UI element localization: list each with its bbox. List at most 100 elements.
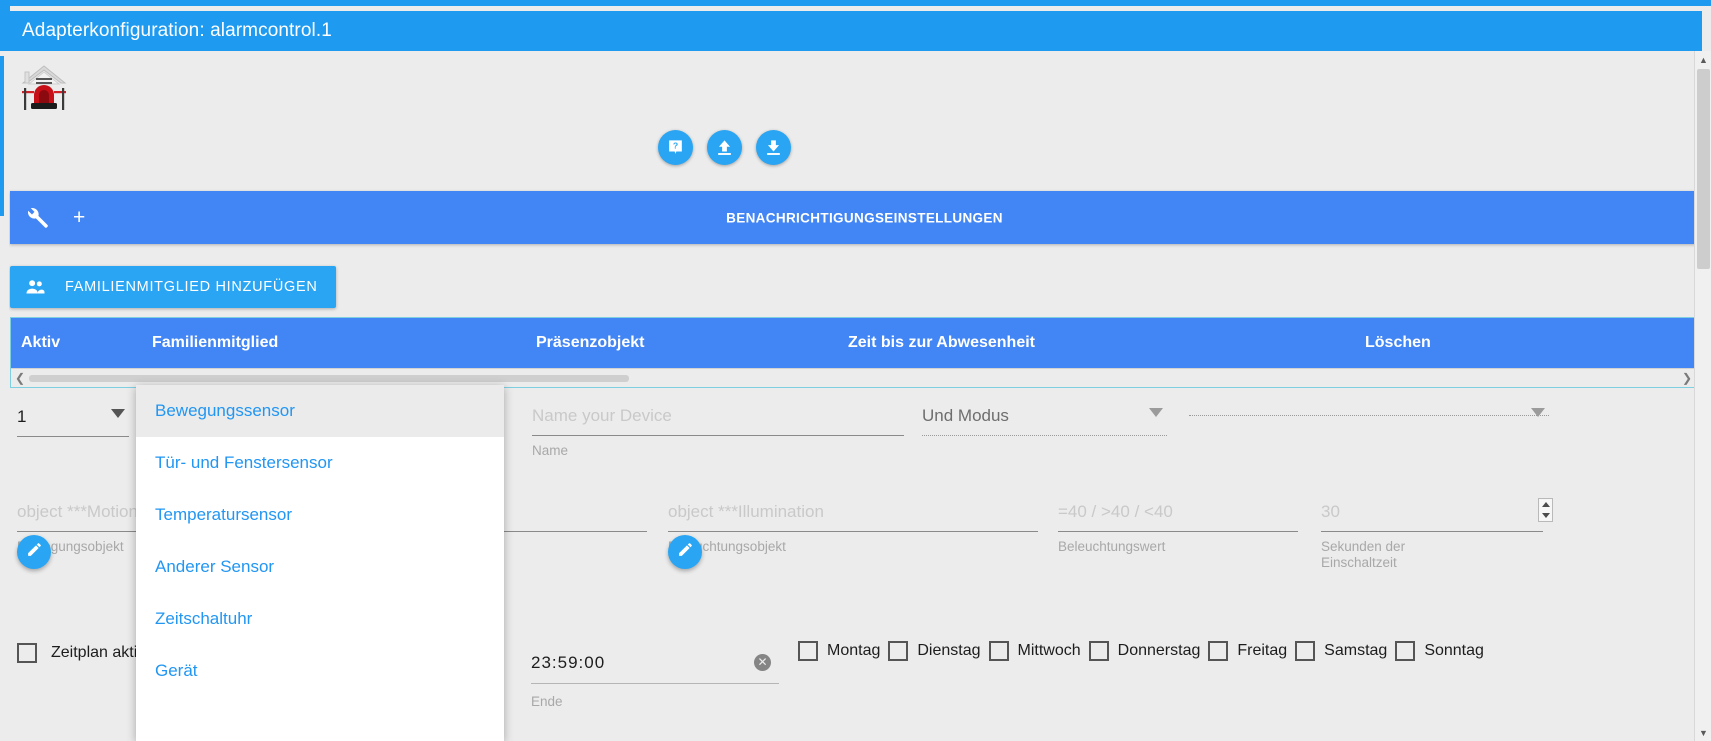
help-icon: ?: [666, 138, 685, 157]
weekday-freitag[interactable]: Freitag: [1208, 641, 1287, 661]
dropdown-item-temperatursensor[interactable]: Temperatursensor: [136, 489, 504, 541]
weekday-donnerstag[interactable]: Donnerstag: [1088, 641, 1201, 661]
weekday-mittwoch-checkbox[interactable]: [988, 641, 1009, 661]
schedule-active-label: Zeitplan aktiv: [51, 644, 146, 661]
dropdown-item-tuer-fenstersensor[interactable]: Tür- und Fenstersensor: [136, 437, 504, 489]
chevron-down-icon[interactable]: [1149, 408, 1163, 417]
illumination-value-value: =40 / >40 / <40: [1058, 502, 1173, 521]
end-time-field[interactable]: 23:59:00 ✕ Ende: [531, 653, 779, 709]
chevron-down-icon[interactable]: [111, 409, 125, 418]
pencil-icon: [677, 541, 694, 563]
end-time-value: 23:59:00: [531, 653, 606, 672]
illumination-object-edit-button[interactable]: [668, 535, 702, 569]
people-icon: [24, 276, 47, 299]
seconds-on-field[interactable]: 30 Sekunden der Einschaltzeit: [1321, 498, 1553, 571]
weekday-samstag-label: Samstag: [1324, 642, 1388, 659]
end-time-hint: Ende: [531, 694, 563, 709]
weekday-donnerstag-checkbox[interactable]: [1088, 641, 1109, 661]
illumination-value-field[interactable]: =40 / >40 / <40 Beleuchtungswert: [1058, 502, 1298, 555]
chevron-down-icon[interactable]: ▼: [1695, 724, 1711, 741]
chevron-down-icon[interactable]: [1531, 408, 1545, 417]
svg-text:?: ?: [673, 141, 678, 151]
extra-select[interactable]: [1189, 406, 1549, 417]
illumination-value-underline: [1058, 531, 1298, 532]
seconds-on-underline: [1321, 531, 1543, 532]
end-time-underline: [531, 683, 779, 684]
top-accent-strip: [0, 0, 1711, 6]
mode-select[interactable]: Und Modus: [922, 406, 1167, 436]
sensor-type-dropdown[interactable]: Bewegungssensor Tür- und Fenstersensor T…: [136, 385, 504, 741]
notification-settings-title: BENACHRICHTIGUNGSEINSTELLUNGEN: [726, 210, 1003, 225]
upload-icon: [715, 138, 734, 157]
illumination-object-hint: Beleuchtungsobjekt: [668, 539, 786, 554]
illumination-object-underline: [668, 531, 1038, 532]
vertical-scrollbar-thumb[interactable]: [1697, 69, 1710, 269]
device-name-underline: [532, 435, 904, 436]
device-name-field[interactable]: Name your Device Name: [532, 406, 904, 459]
page-vertical-scrollbar[interactable]: ▲ ▼: [1694, 51, 1711, 741]
weekday-montag-checkbox[interactable]: [798, 641, 818, 661]
weekday-freitag-label: Freitag: [1237, 642, 1288, 659]
weekday-samstag[interactable]: Samstag: [1295, 641, 1387, 661]
schedule-active-row[interactable]: Zeitplan aktiv: [17, 643, 145, 663]
weekday-checkbox-group: Montag Dienstag Mittwoch Donnerstag Frei…: [798, 641, 1484, 661]
weekday-montag[interactable]: Montag: [798, 641, 880, 661]
column-header-loeschen: Löschen: [1365, 334, 1431, 351]
mode-select-underline: [922, 435, 1167, 436]
upload-button[interactable]: [707, 130, 742, 165]
add-family-member-button[interactable]: FAMILIENMITGLIED HINZUFÜGEN: [10, 266, 336, 308]
dropdown-item-zeitschaltuhr[interactable]: Zeitschaltuhr: [136, 593, 504, 645]
motion-object-edit-button[interactable]: [17, 535, 51, 569]
pencil-icon: [26, 541, 43, 563]
weekday-freitag-checkbox[interactable]: [1208, 641, 1229, 661]
alarm-siren-logo: [17, 59, 71, 113]
clear-circle-icon[interactable]: ✕: [754, 654, 771, 671]
stepper-down-button[interactable]: [1539, 510, 1552, 521]
weekday-sonntag[interactable]: Sonntag: [1395, 641, 1484, 661]
weekday-mittwoch[interactable]: Mittwoch: [988, 641, 1081, 661]
page-title: Adapterkonfiguration: alarmcontrol.1: [22, 20, 332, 41]
illumination-object-value: object ***Illumination: [668, 502, 824, 521]
column-header-aktiv: Aktiv: [21, 334, 61, 351]
table-header-row: Aktiv Familienmitglied Präsenzobjekt Zei…: [11, 318, 1698, 368]
illumination-value-hint: Beleuchtungswert: [1058, 539, 1166, 554]
schedule-active-checkbox[interactable]: [17, 643, 37, 663]
device-name-value: Name your Device: [532, 406, 672, 425]
download-icon: [764, 138, 783, 157]
chevron-up-icon[interactable]: ▲: [1695, 51, 1711, 68]
weekday-dienstag-label: Dienstag: [917, 642, 981, 659]
weekday-montag-label: Montag: [827, 642, 881, 659]
scrollbar-track[interactable]: [29, 375, 1680, 382]
chevron-left-icon[interactable]: ❮: [11, 371, 29, 385]
weekday-samstag-checkbox[interactable]: [1295, 641, 1316, 661]
mode-select-value: Und Modus: [922, 406, 1009, 425]
count-select-underline: [17, 436, 129, 437]
column-header-familienmitglied: Familienmitglied: [152, 334, 279, 351]
seconds-on-value: 30: [1321, 502, 1340, 521]
action-button-group: ?: [658, 130, 791, 165]
weekday-donnerstag-label: Donnerstag: [1117, 642, 1201, 659]
count-select[interactable]: 1: [17, 407, 129, 437]
weekday-dienstag-checkbox[interactable]: [888, 641, 909, 661]
dropdown-item-bewegungssensor[interactable]: Bewegungssensor: [136, 385, 504, 437]
column-header-zeit-abwesenheit: Zeit bis zur Abwesenheit: [848, 334, 1035, 351]
seconds-on-hint: Sekunden der Einschaltzeit: [1321, 539, 1406, 570]
app-window: Adapterkonfiguration: alarmcontrol.1 ? +…: [0, 0, 1711, 741]
weekday-mittwoch-label: Mittwoch: [1017, 642, 1081, 659]
add-family-member-label: FAMILIENMITGLIED HINZUFÜGEN: [65, 279, 318, 295]
column-header-praesenzobjekt: Präsenzobjekt: [536, 334, 645, 351]
dropdown-item-geraet[interactable]: Gerät: [136, 645, 504, 697]
download-button[interactable]: [756, 130, 791, 165]
stepper-icon[interactable]: [1538, 498, 1553, 522]
help-button[interactable]: ?: [658, 130, 693, 165]
stepper-up-button[interactable]: [1539, 499, 1552, 510]
extra-select-underline: [1189, 415, 1549, 416]
notification-settings-bar[interactable]: + BENACHRICHTIGUNGSEINSTELLUNGEN: [10, 191, 1699, 244]
weekday-sonntag-checkbox[interactable]: [1395, 641, 1416, 661]
weekday-sonntag-label: Sonntag: [1424, 642, 1484, 659]
scrollbar-thumb[interactable]: [29, 375, 629, 382]
left-accent-bar: [0, 56, 4, 216]
weekday-dienstag[interactable]: Dienstag: [888, 641, 981, 661]
illumination-object-field[interactable]: object ***Illumination Beleuchtungsobjek…: [668, 502, 1038, 555]
dropdown-item-anderer-sensor[interactable]: Anderer Sensor: [136, 541, 504, 593]
